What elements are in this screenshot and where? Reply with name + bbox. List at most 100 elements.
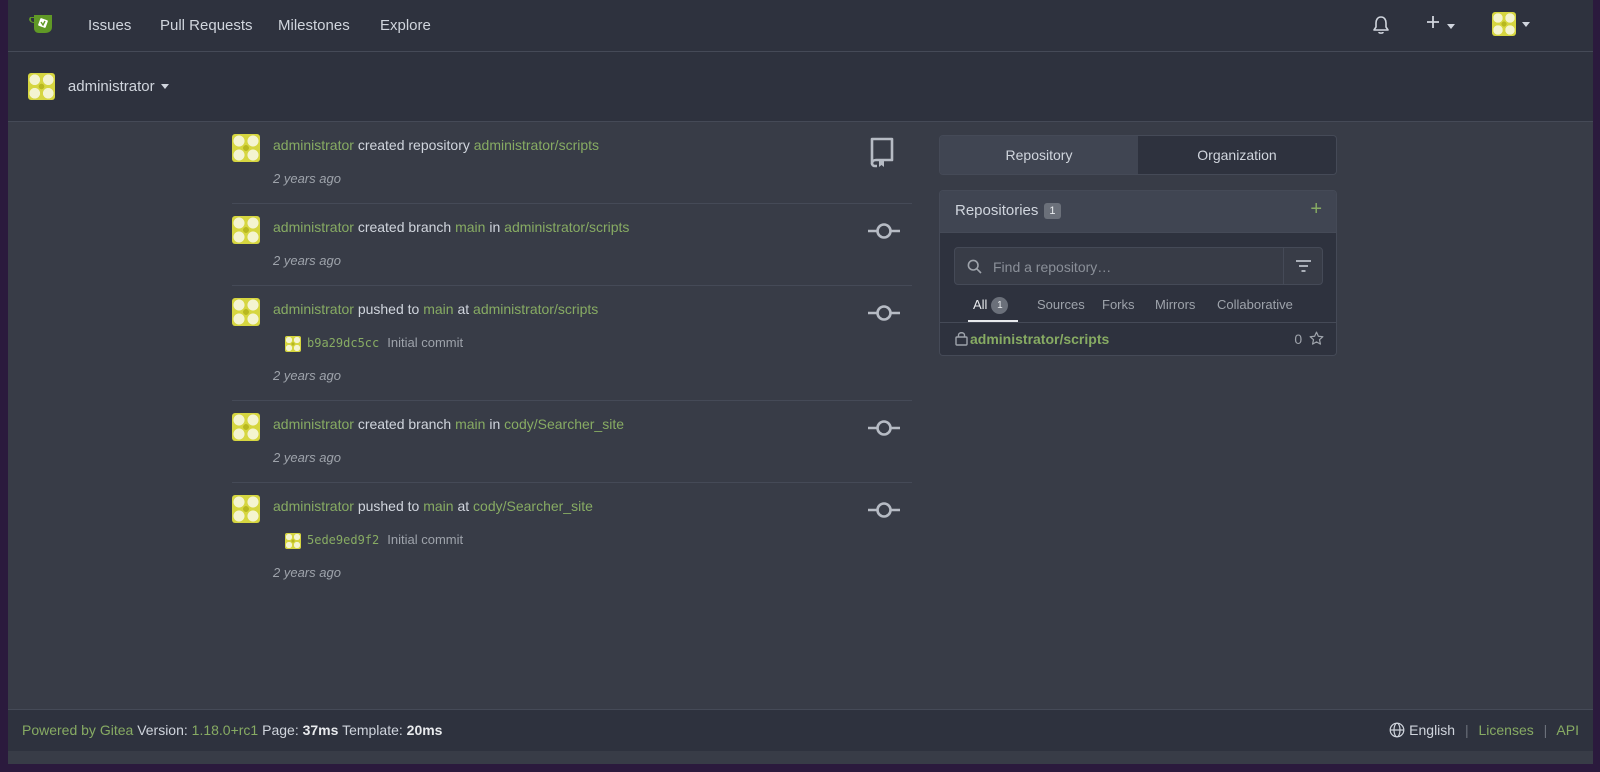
branch-link[interactable]: main xyxy=(423,498,453,514)
language-label: English xyxy=(1409,722,1456,738)
nav-explore[interactable]: Explore xyxy=(380,17,431,34)
feed-item: administrator pushed to main at cody/Sea… xyxy=(232,483,912,597)
add-repository-button[interactable]: + xyxy=(1310,198,1322,221)
action-text: pushed to xyxy=(357,498,420,514)
git-commit-icon xyxy=(867,221,901,244)
action-text: created branch xyxy=(357,416,452,432)
avatar[interactable] xyxy=(232,298,260,326)
licenses-link[interactable]: Licenses xyxy=(1479,722,1534,738)
repo-link[interactable]: cody/Searcher_site xyxy=(504,416,624,432)
feed-title: administrator created repository adminis… xyxy=(273,137,599,153)
repo-org-tabs: Repository Organization xyxy=(939,135,1337,175)
avatar[interactable] xyxy=(232,413,260,441)
preposition-text: at xyxy=(457,301,470,317)
tab-organization[interactable]: Organization xyxy=(1138,136,1336,174)
action-text: pushed to xyxy=(357,301,420,317)
branch-link[interactable]: main xyxy=(455,416,485,432)
action-text: created branch xyxy=(357,219,452,235)
page-footer: Powered by Gitea Version: 1.18.0+rc1 Pag… xyxy=(8,709,1593,751)
feed-item: administrator created repository adminis… xyxy=(232,122,912,204)
page-label: Page: xyxy=(262,722,299,738)
avatar[interactable] xyxy=(232,495,260,523)
avatar[interactable] xyxy=(232,134,260,162)
repo-link[interactable]: administrator/scripts xyxy=(474,137,599,153)
git-commit-icon xyxy=(867,418,901,441)
filter-tab-all-label: All xyxy=(973,297,988,312)
feed-item: administrator created branch main in cod… xyxy=(232,401,912,483)
commit-message: Initial commit xyxy=(387,335,464,350)
star-count: 0 xyxy=(1294,331,1324,347)
globe-icon xyxy=(1389,722,1405,738)
repository-link[interactable]: administrator/scripts xyxy=(970,331,1109,347)
bell-icon[interactable] xyxy=(1372,15,1390,38)
feed-title: administrator pushed to main at cody/Sea… xyxy=(273,498,593,514)
template-time: 20ms xyxy=(406,722,443,738)
commit-entry: b9a29dc5cc Initial commit xyxy=(285,335,463,352)
branch-link[interactable]: main xyxy=(423,301,453,317)
repositories-title: Repositories 1 xyxy=(955,202,1061,219)
feed-title: administrator pushed to main at administ… xyxy=(273,301,598,317)
chevron-down-icon xyxy=(160,84,169,89)
language-selector[interactable]: English xyxy=(1389,722,1459,738)
repo-link[interactable]: administrator/scripts xyxy=(473,301,598,317)
all-count-badge: 1 xyxy=(991,297,1009,314)
footer-info: Powered by Gitea Version: 1.18.0+rc1 Pag… xyxy=(22,722,442,738)
git-commit-icon xyxy=(867,500,901,523)
preposition-text: at xyxy=(457,498,470,514)
actor-link[interactable]: administrator xyxy=(273,301,354,317)
nav-pull-requests[interactable]: Pull Requests xyxy=(160,17,253,34)
repo-icon xyxy=(867,136,897,171)
commit-entry: 5ede9ed9f2 Initial commit xyxy=(285,532,463,549)
version-link[interactable]: 1.18.0+rc1 xyxy=(192,722,259,738)
template-label: Template: xyxy=(342,722,403,738)
activity-feed: administrator created repository adminis… xyxy=(232,122,912,597)
actor-link[interactable]: administrator xyxy=(273,498,354,514)
search-icon xyxy=(967,259,982,274)
avatar xyxy=(28,73,55,100)
powered-by-link[interactable]: Powered by Gitea xyxy=(22,722,133,738)
repo-link[interactable]: administrator/scripts xyxy=(504,219,629,235)
feed-item: administrator created branch main in adm… xyxy=(232,204,912,286)
preposition-text: in xyxy=(489,219,501,235)
filter-tab-collaborative[interactable]: Collaborative xyxy=(1217,297,1293,312)
nav-milestones[interactable]: Milestones xyxy=(278,17,350,34)
filter-button[interactable] xyxy=(1283,247,1323,285)
branch-link[interactable]: main xyxy=(455,219,485,235)
top-navbar: Issues Pull Requests Milestones Explore xyxy=(8,0,1593,52)
repo-link[interactable]: cody/Searcher_site xyxy=(473,498,593,514)
actor-link[interactable]: administrator xyxy=(273,416,354,432)
context-switcher[interactable]: administrator xyxy=(28,73,169,100)
feed-item: administrator pushed to main at administ… xyxy=(232,286,912,401)
filter-tab-forks[interactable]: Forks xyxy=(1102,297,1135,312)
create-new-menu[interactable] xyxy=(1425,14,1455,33)
tab-repository[interactable]: Repository xyxy=(940,136,1138,174)
filter-tab-mirrors[interactable]: Mirrors xyxy=(1155,297,1195,312)
avatar[interactable] xyxy=(232,216,260,244)
repository-list-item[interactable]: administrator/scripts 0 xyxy=(940,322,1336,355)
repositories-title-label: Repositories xyxy=(955,202,1039,219)
repository-search-area: All1 Sources Forks Mirrors Collaborative xyxy=(940,233,1336,322)
api-link[interactable]: API xyxy=(1556,722,1579,738)
repository-list-header: Repositories 1 + xyxy=(940,191,1336,233)
lock-icon xyxy=(955,332,968,346)
feed-title: administrator created branch main in cod… xyxy=(273,416,624,432)
commit-sha-link[interactable]: 5ede9ed9f2 xyxy=(307,533,379,547)
gitea-logo-icon[interactable] xyxy=(28,12,58,36)
chevron-down-icon xyxy=(1447,23,1455,29)
preposition-text: in xyxy=(489,416,501,432)
feed-title: administrator created branch main in adm… xyxy=(273,219,629,235)
commit-message: Initial commit xyxy=(387,532,464,547)
nav-issues[interactable]: Issues xyxy=(88,17,131,34)
actor-link[interactable]: administrator xyxy=(273,219,354,235)
user-menu[interactable] xyxy=(1492,12,1530,36)
star-icon xyxy=(1309,331,1324,345)
search-box xyxy=(954,247,1284,286)
actor-link[interactable]: administrator xyxy=(273,137,354,153)
timestamp: 2 years ago xyxy=(273,253,341,268)
filter-tab-all[interactable]: All 1 xyxy=(973,297,1009,314)
timestamp: 2 years ago xyxy=(273,171,341,186)
search-input[interactable] xyxy=(991,248,1275,286)
commit-sha-link[interactable]: b9a29dc5cc xyxy=(307,336,379,350)
filter-tab-sources[interactable]: Sources xyxy=(1037,297,1085,312)
avatar xyxy=(285,532,301,549)
